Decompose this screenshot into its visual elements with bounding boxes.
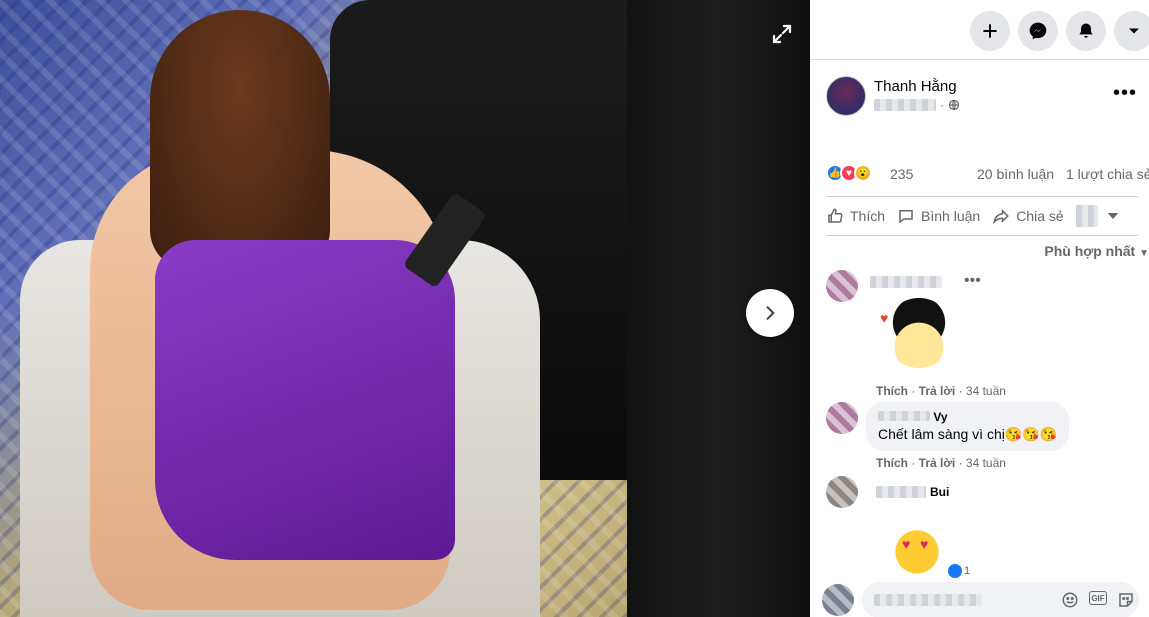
comment-time[interactable]: 34 tuần — [966, 384, 1006, 398]
reactions-summary: 👍 ♥ 😮 235 20 bình luận 1 lượt chia sẻ — [826, 162, 1149, 186]
comment-sort-dropdown[interactable]: Phù hợp nhất ▼ — [1044, 243, 1149, 259]
next-photo-button[interactable] — [746, 289, 794, 337]
comment-composer: GIF — [810, 578, 1149, 617]
caret-down-icon — [1107, 213, 1118, 219]
post-sidebar: Thanh Hằng · ••• 👍 ♥ 😮 235 20 bình luận … — [810, 0, 1149, 617]
reaction-count[interactable]: 235 — [890, 166, 913, 182]
caret-down-icon — [1129, 28, 1139, 34]
gif-icon[interactable]: GIF — [1089, 591, 1107, 605]
girl-sticker — [880, 298, 954, 368]
post-photo — [0, 0, 627, 617]
create-button[interactable] — [970, 11, 1010, 51]
commenter-avatar[interactable] — [826, 402, 858, 434]
sticker-icon[interactable] — [1117, 591, 1135, 609]
comment-reply-link[interactable]: Trả lời — [919, 456, 956, 470]
comment-reply-link[interactable]: Trả lời — [919, 384, 956, 398]
blurred-avatar — [1075, 205, 1098, 227]
visible-name-part: Vy — [933, 410, 948, 424]
blurred-placeholder — [874, 594, 982, 606]
share-label: Chia sẻ — [1016, 208, 1064, 224]
person-hair — [150, 10, 330, 270]
messenger-icon — [1029, 22, 1047, 40]
notifications-button[interactable] — [1066, 11, 1106, 51]
commenter-avatar[interactable] — [826, 270, 858, 302]
comment-actions: Thích · Trả lời · 34 tuần — [876, 456, 1006, 470]
comment-item: Bui 1 — [826, 476, 1146, 578]
comment-item: ••• Thích · Trả lời · 34 tuần — [826, 270, 1146, 400]
current-user-avatar — [822, 584, 854, 616]
emoji-icon[interactable] — [1061, 591, 1079, 609]
author-name[interactable]: Thanh Hằng — [874, 78, 957, 95]
shares-count[interactable]: 1 lượt chia sẻ — [1066, 166, 1149, 182]
like-reaction-icon — [948, 564, 962, 578]
blurred-commenter-name — [876, 486, 926, 498]
comment-text: Chết lâm sàng vì chị😘😘😘 — [878, 426, 1058, 442]
reaction-icons[interactable]: 👍 ♥ 😮 — [826, 164, 872, 182]
like-label: Thích — [850, 208, 886, 224]
blurred-commenter-name[interactable] — [870, 276, 942, 288]
top-navigation — [810, 0, 1149, 60]
wow-reaction-icon: 😮 — [854, 164, 872, 182]
share-button[interactable]: Chia sẻ — [992, 207, 1064, 225]
blurred-name-part — [878, 411, 930, 421]
chevron-right-icon — [766, 306, 775, 320]
expand-icon[interactable] — [766, 18, 798, 50]
photo-viewer — [0, 0, 810, 617]
composer-tools: GIF — [1061, 591, 1135, 609]
author-avatar[interactable] — [826, 76, 866, 116]
comment-time[interactable]: 34 tuần — [966, 456, 1006, 470]
sort-label: Phù hợp nhất — [1044, 243, 1136, 259]
comment-item: Vy Chết lâm sàng vì chị😘😘😘 Thích · Trả l… — [826, 402, 1146, 474]
messenger-button[interactable] — [1018, 11, 1058, 51]
more-horizontal-icon[interactable]: ••• — [1113, 82, 1137, 105]
bell-icon — [1079, 23, 1093, 38]
comment-actions: Thích · Trả lời · 34 tuần — [876, 384, 1006, 398]
post-meta: · — [874, 98, 960, 112]
comment-bubble: Vy Chết lâm sàng vì chị😘😘😘 — [866, 402, 1070, 451]
globe-icon — [948, 99, 960, 111]
comment-like-link[interactable]: Thích — [876, 384, 908, 398]
post-action-bar: Thích Bình luận Chia sẻ — [826, 196, 1138, 236]
purple-dress — [155, 240, 455, 560]
thumbs-up-icon — [828, 208, 843, 223]
comment-icon — [899, 210, 913, 224]
comment-label: Bình luận — [921, 208, 981, 224]
comments-count[interactable]: 20 bình luận — [977, 166, 1054, 182]
duck-sticker — [886, 520, 948, 578]
comment-like-link[interactable]: Thích — [876, 456, 908, 470]
commenter-avatar[interactable] — [826, 476, 858, 508]
share-icon — [993, 208, 1009, 225]
plus-icon — [983, 24, 997, 38]
comment-button[interactable]: Bình luận — [897, 207, 980, 225]
blurred-timestamp[interactable] — [874, 99, 936, 111]
caret-down-icon: ▼ — [1139, 248, 1149, 259]
commenter-name[interactable]: Vy — [878, 410, 1057, 424]
post-header: Thanh Hằng · ••• — [826, 72, 1149, 122]
account-menu-button[interactable] — [1114, 11, 1149, 51]
comment-reaction-count: 1 — [964, 565, 971, 577]
like-button[interactable]: Thích — [826, 207, 885, 225]
more-horizontal-icon[interactable]: ••• — [964, 272, 981, 290]
audience-selector[interactable] — [1075, 205, 1122, 227]
commenter-name[interactable]: Bui — [930, 485, 949, 499]
comment-reactions[interactable]: 1 — [948, 564, 970, 578]
